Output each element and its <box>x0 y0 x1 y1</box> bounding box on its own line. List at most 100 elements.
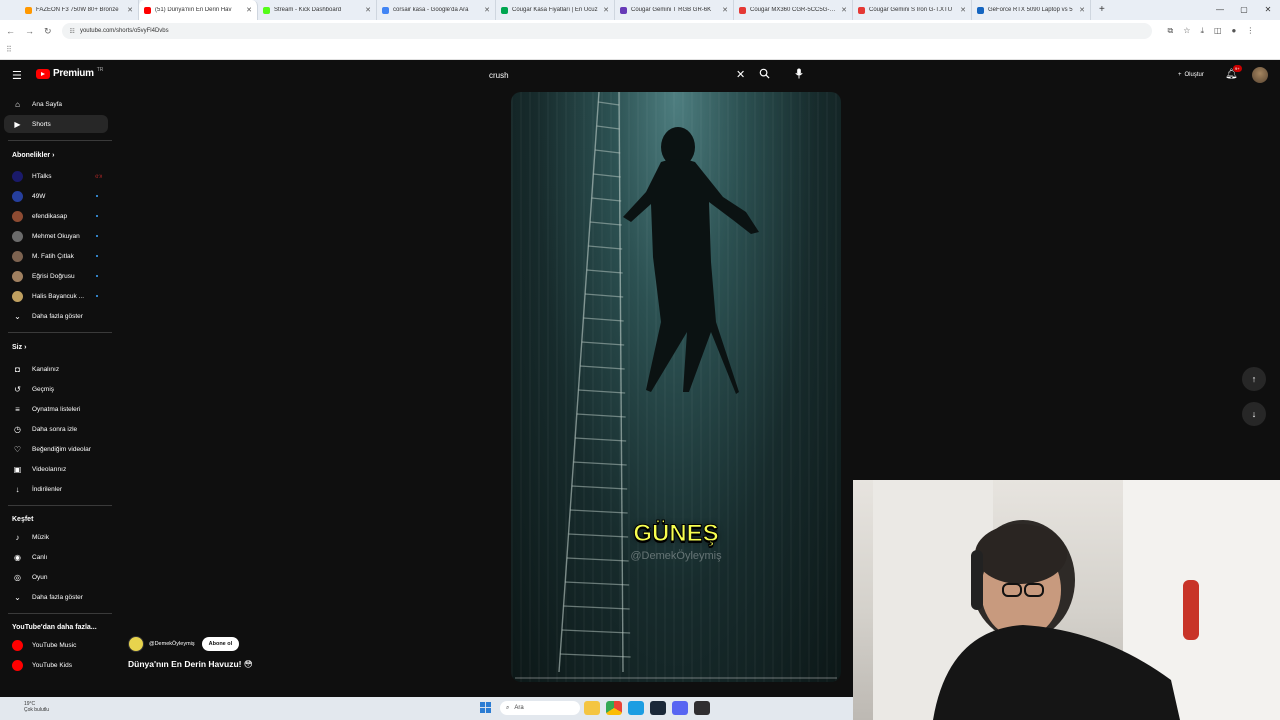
search-input[interactable]: crush ✕ <box>482 65 752 85</box>
more-from-youtube-heading[interactable]: YouTube'dan daha fazla... <box>12 624 97 631</box>
sidebar-item-you[interactable]: ◷ Daha sonra izle <box>4 420 108 438</box>
sidebar-item-home[interactable]: ⌂ Ana Sayfa <box>4 95 108 113</box>
address-bar[interactable]: ☷ youtube.com/shorts/o5vyFl4Dvbs <box>61 23 1152 39</box>
weather-widget[interactable]: 19°C Çok bulutlu <box>24 701 49 713</box>
sidebar-item-subscription[interactable]: Eğrisi Doğrusu <box>4 267 108 285</box>
show-more-explore[interactable]: ⌄ Daha fazla göster <box>4 588 108 606</box>
sidebar-item-explore[interactable]: ♪ Müzik <box>4 528 108 546</box>
channel-avatar <box>12 190 23 202</box>
sidebar-item-you[interactable]: ◘ Kanalınız <box>4 360 108 378</box>
reload-button[interactable]: ↻ <box>44 26 52 37</box>
shorts-icon: ▶ <box>14 119 21 129</box>
download-icon[interactable]: ⤓ <box>1200 26 1204 36</box>
sidebar-item-you[interactable]: ↓ İndirilenler <box>4 480 108 498</box>
explore-heading[interactable]: Keşfet <box>12 516 33 523</box>
file-explorer-icon[interactable] <box>584 701 600 715</box>
tab-close-icon[interactable]: ✕ <box>1079 6 1085 14</box>
ladder-rung <box>594 149 621 154</box>
microphone-icon[interactable] <box>794 68 804 81</box>
chrome-icon[interactable] <box>606 701 622 715</box>
previous-short-button[interactable]: ↑ <box>1242 367 1266 391</box>
sidebar-item-youtube-app[interactable]: YouTube Kids <box>4 656 108 674</box>
discord-icon[interactable] <box>672 701 688 715</box>
browser-toolbar: ← → ↻ ☷ youtube.com/shorts/o5vyFl4Dvbs ⧉… <box>0 20 1280 42</box>
next-short-button[interactable]: ↓ <box>1242 402 1266 426</box>
video-title[interactable]: Dünya'nın En Derin Havuzu! 😳 <box>128 659 253 670</box>
youtube-logo[interactable]: Premium TR <box>36 67 103 79</box>
obs-icon[interactable] <box>694 701 710 715</box>
site-info-icon[interactable]: ☷ <box>70 28 75 35</box>
sidebar-item-label: Ana Sayfa <box>32 100 62 108</box>
tab-title: Cougar Gemini T RGB GR-6K <box>631 7 712 13</box>
tab-close-icon[interactable]: ✕ <box>841 6 847 14</box>
clear-search-icon[interactable]: ✕ <box>736 68 745 81</box>
channel-avatar <box>12 170 23 182</box>
sidebar-item-subscription[interactable]: Halis Bayancuk ... <box>4 287 108 305</box>
browser-tab[interactable]: FAZEON F3 750W 80+ Bronze ✕ <box>20 0 139 20</box>
tab-close-icon[interactable]: ✕ <box>960 6 966 14</box>
sidebar-item-label: M. Fatih Çıtlak <box>32 252 74 260</box>
sidebar-item-subscription[interactable]: HTalks ((·)) <box>4 167 108 185</box>
browser-tab[interactable]: Cougar Kasa Fiyatları | En Ucuz ✕ <box>496 0 615 20</box>
browser-tab[interactable]: Cougar MX360 CGR-5CC5G-RG ✕ <box>734 0 853 20</box>
sidebar-item-subscription[interactable]: Mehmet Okuyan <box>4 227 108 245</box>
sidebar-item-label: Shorts <box>32 120 51 128</box>
subscribe-button[interactable]: Abone ol <box>201 637 240 651</box>
shorts-video-player[interactable]: GÜNEŞ @DemekÖyleymiş <box>511 92 841 682</box>
edge-icon[interactable] <box>628 701 644 715</box>
channel-handle[interactable]: @DemekÖyleymiş <box>149 641 195 647</box>
sidebar-item-you[interactable]: ▣ Videolarınız <box>4 460 108 478</box>
browser-tab[interactable]: corsair kasa - Google'da Ara ✕ <box>377 0 496 20</box>
apps-grid-icon[interactable]: ⠿ <box>6 45 12 54</box>
sidebar-item-shorts[interactable]: ▶ Shorts <box>4 115 108 133</box>
sidebar-item-subscription[interactable]: 49W <box>4 187 108 205</box>
tab-close-icon[interactable]: ✕ <box>603 6 609 14</box>
close-window-button[interactable]: ✕ <box>1256 0 1280 20</box>
tab-close-icon[interactable]: ✕ <box>246 6 252 14</box>
taskbar-search[interactable]: ⌕ Ara <box>500 701 580 715</box>
extensions-icon[interactable]: ◫ <box>1214 26 1222 36</box>
sidebar-item-subscription[interactable]: M. Fatih Çıtlak <box>4 247 108 265</box>
channel-avatar[interactable] <box>128 636 144 652</box>
tab-close-icon[interactable]: ✕ <box>127 6 133 14</box>
bookmark-star-icon[interactable]: ☆ <box>1183 26 1190 36</box>
show-more-subscriptions[interactable]: ⌄ Daha fazla göster <box>4 307 108 325</box>
ladder-rung <box>591 197 622 202</box>
forward-button[interactable]: → <box>25 26 34 36</box>
back-button[interactable]: ← <box>6 26 15 36</box>
new-tab-button[interactable]: + <box>1091 0 1113 20</box>
browser-tab[interactable]: Cougar Gemini T RGB GR-6K ✕ <box>615 0 734 20</box>
subscriptions-heading[interactable]: Abonelikler › <box>12 152 54 159</box>
create-button[interactable]: + Oluştur <box>1172 67 1210 83</box>
minimize-button[interactable]: — <box>1208 0 1232 20</box>
sidebar-item-you[interactable]: ↺ Geçmiş <box>4 380 108 398</box>
install-icon[interactable]: ⧉ <box>1168 26 1174 36</box>
menu-icon[interactable]: ☰ <box>12 69 22 82</box>
account-avatar[interactable] <box>1252 67 1268 83</box>
browser-tab[interactable]: GeForce RTX 5090 Laptop vs 5 ✕ <box>972 0 1091 20</box>
browser-menu-icon[interactable]: ⋮ <box>1246 26 1254 36</box>
profile-avatar[interactable]: ● <box>1232 26 1237 36</box>
sidebar-item-you[interactable]: ≡ Oynatma listeleri <box>4 400 108 418</box>
sidebar-item-you[interactable]: ♡ Beğendiğim videolar <box>4 440 108 458</box>
you-heading[interactable]: Siz › <box>12 344 26 351</box>
tab-close-icon[interactable]: ✕ <box>722 6 728 14</box>
sidebar-item-explore[interactable]: ◎ Oyun <box>4 568 108 586</box>
sidebar-item-label: Videolarınız <box>32 465 67 473</box>
windows-start-icon[interactable] <box>480 702 491 715</box>
sidebar-item-label: YouTube Kids <box>32 661 72 669</box>
browser-tab[interactable]: Stream - Kick Dashboard ✕ <box>258 0 377 20</box>
video-progress-bar[interactable] <box>515 677 837 679</box>
sidebar-item-subscription[interactable]: efendikasap <box>4 207 108 225</box>
sidebar-item-label: Müzik <box>32 533 49 541</box>
browser-tab[interactable]: Cougar Gemini S Iron G-T.XTU ✕ <box>853 0 972 20</box>
tab-close-icon[interactable]: ✕ <box>484 6 490 14</box>
sidebar-item-explore[interactable]: ◉ Canlı <box>4 548 108 566</box>
browser-tab[interactable]: (51) Dünya'nın En Derin Hav ✕ <box>139 0 258 20</box>
steam-icon[interactable] <box>650 701 666 715</box>
tab-close-icon[interactable]: ✕ <box>365 6 371 14</box>
search-icon[interactable] <box>759 68 770 82</box>
sidebar-item-youtube-app[interactable]: YouTube Music <box>4 636 108 654</box>
maximize-button[interactable]: ▢ <box>1232 0 1256 20</box>
gaming-icon: ◎ <box>14 572 21 582</box>
